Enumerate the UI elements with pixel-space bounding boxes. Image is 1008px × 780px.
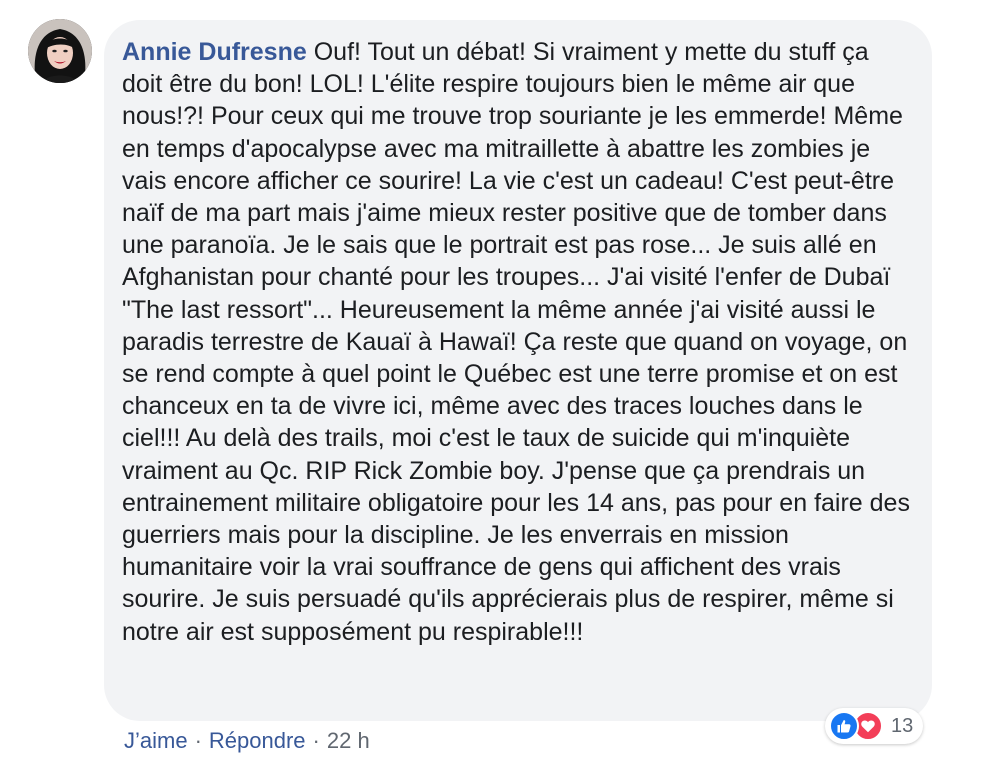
separator-dot: ·: [312, 728, 320, 753]
reply-button[interactable]: Répondre: [209, 728, 306, 754]
reactions-summary[interactable]: 13: [825, 708, 924, 744]
avatar[interactable]: [28, 19, 92, 83]
comment-body: Ouf! Tout un débat! Si vraiment y mette …: [122, 38, 910, 646]
avatar-image: [28, 19, 92, 83]
like-button[interactable]: J’aime: [124, 728, 188, 754]
comment-bubble: Annie Dufresne Ouf! Tout un débat! Si vr…: [104, 20, 932, 721]
comment-timestamp[interactable]: 22 h: [327, 728, 370, 754]
reaction-count: 13: [891, 714, 914, 737]
separator-dot: ·: [194, 728, 202, 753]
comment-author-link[interactable]: Annie Dufresne: [122, 38, 307, 66]
comment-text: Annie Dufresne Ouf! Tout un débat! Si vr…: [122, 36, 914, 648]
like-icon: [829, 711, 859, 741]
comment-actions: J’aime · Répondre · 22 h: [124, 728, 370, 754]
